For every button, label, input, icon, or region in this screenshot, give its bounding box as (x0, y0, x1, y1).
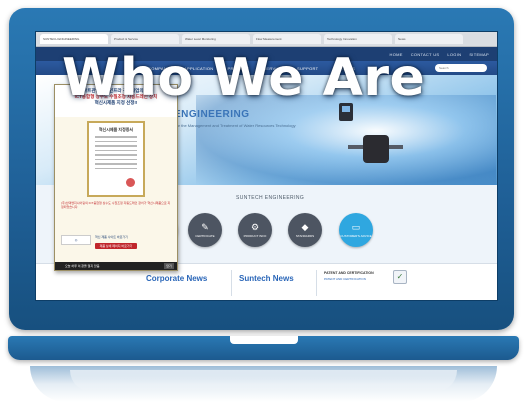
standards-button[interactable]: ◆ STANDARDS (288, 213, 322, 247)
certificate-button[interactable]: ✎ CERTIFICATE (188, 213, 222, 247)
browser-tab[interactable]: SUNTECH ENGINEERING (40, 34, 108, 44)
sitemap-link[interactable]: SITEMAP (469, 52, 489, 57)
divider (231, 270, 232, 296)
product-info-button[interactable]: ⚙ PRODUCT INFO (238, 213, 272, 247)
drain-device-image (363, 135, 389, 163)
popup-link[interactable]: 혁신 제품 사이트 바로가기 (95, 235, 128, 239)
patent-subtitle: PATENT AND CERTIFICATION (324, 277, 366, 281)
browser-tab[interactable]: Water Level Monitoring (182, 34, 250, 44)
product-info-label: PRODUCT INFO (243, 233, 267, 238)
browser-tab[interactable]: Flow Measurement (253, 34, 321, 44)
shield-icon: ◆ (301, 221, 309, 232)
page-heading: Who We Are (62, 48, 426, 108)
browser-tab-bar: SUNTECH ENGINEERING Product & Service Wa… (36, 32, 497, 47)
certificate-image: 혁신시제품 지정증서 (87, 121, 145, 197)
certificate-title: 혁신시제품 지정증서 (98, 127, 134, 132)
corporate-news-link[interactable]: Corporate News (146, 274, 207, 283)
product-detail-button[interactable]: 제품 상세 페이지 바로가기 (95, 243, 137, 249)
browser-tab[interactable]: News (395, 34, 463, 44)
popup-body: (주)선텍엔지니어링의 ICT융합형 상수도 수질조정 자동드레인 장치가 혁신… (55, 197, 177, 209)
reflection-highlight (70, 370, 457, 392)
seal-icon (126, 178, 135, 187)
close-button[interactable]: 닫기 (164, 263, 174, 269)
divider (316, 270, 317, 296)
certificate-icon: ✎ (201, 221, 209, 232)
suntech-news-link[interactable]: Suntech News (239, 274, 294, 283)
standards-label: STANDARDS (295, 233, 315, 238)
monitor-icon: ▭ (351, 221, 361, 232)
login-link[interactable]: LOGIN (447, 52, 461, 57)
section-heading: SUNTECH ENGINEERING (236, 195, 305, 201)
ministry-logo: ◎ (61, 235, 91, 245)
certificate-label: CERTIFICATE (195, 233, 215, 238)
laptop-notch (230, 336, 298, 344)
browser-tab[interactable]: Technology Innovation (324, 34, 392, 44)
hero-title: ENGINEERING (174, 109, 250, 120)
browser-tab[interactable]: Product & Service (111, 34, 179, 44)
search-input[interactable]: Search (435, 64, 487, 72)
document-check-icon[interactable]: ✓ (393, 270, 407, 284)
popup-description: (주)선텍엔지니어링의 ICT융합형 상수도 수질조정 자동드레인 장치가 혁신… (61, 201, 171, 209)
gears-icon: ⚙ (250, 221, 260, 232)
certificate-text-lines (93, 136, 139, 169)
dont-show-today-checkbox[interactable]: 오늘 하루 이 창을 열지 않음 (55, 262, 177, 270)
announcement-popup: 스마트관망관리 인프라 구축사업의 추축 ICT융합형 상수도 수질조정 자동드… (54, 84, 178, 271)
customer-advice-label: CUSTOMER'S ADVICE (340, 233, 372, 238)
customer-advice-button[interactable]: ▭ CUSTOMER'S ADVICE (339, 213, 373, 247)
patent-title[interactable]: PATENT AND CERTIFICATION (324, 271, 374, 275)
hero-subtitle: For the Management and Treatment of Wate… (174, 123, 296, 128)
